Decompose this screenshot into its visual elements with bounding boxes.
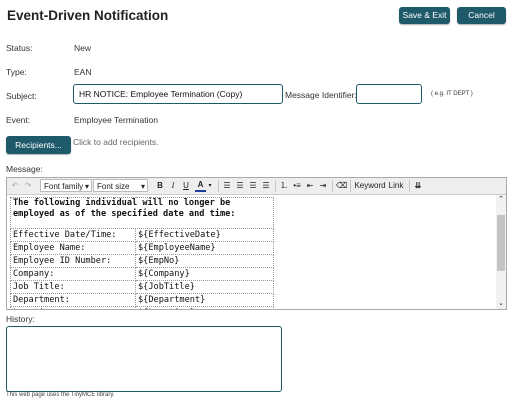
- align-left-icon[interactable]: ☰: [222, 180, 232, 192]
- field-name-cell: Job Title:: [10, 280, 136, 294]
- double-chevron-down-icon[interactable]: ⇊: [413, 180, 423, 192]
- message-identifier-input[interactable]: [356, 84, 422, 104]
- subject-input[interactable]: HR NOTICE: Employee Termination (Copy): [73, 84, 283, 104]
- italic-button[interactable]: I: [168, 180, 178, 192]
- placeholder-cell: ${Department}: [135, 293, 274, 307]
- undo-icon[interactable]: ↶: [10, 180, 20, 192]
- text-color-button[interactable]: A: [195, 180, 206, 192]
- chevron-down-icon: ▾: [84, 182, 89, 191]
- field-name-cell: Department:: [10, 293, 136, 307]
- redo-icon[interactable]: ↷: [23, 180, 33, 192]
- align-center-icon[interactable]: ☰: [235, 180, 245, 192]
- underline-button[interactable]: U: [181, 180, 191, 192]
- align-justify-icon[interactable]: ☰: [261, 180, 271, 192]
- scroll-down-icon[interactable]: ⌄: [497, 299, 505, 309]
- align-right-icon[interactable]: ☰: [248, 180, 258, 192]
- keyword-button[interactable]: Keyword: [354, 180, 386, 192]
- link-button[interactable]: Link: [387, 180, 405, 192]
- eraser-icon[interactable]: ⌫: [336, 180, 347, 192]
- event-value: Employee Termination: [74, 115, 158, 125]
- table-row: Job Title: ${JobTitle}: [10, 280, 274, 294]
- scrollbar-thumb[interactable]: [497, 215, 505, 271]
- font-size-value: Font size: [97, 182, 130, 191]
- placeholder-cell: ${EmployeeName}: [135, 241, 274, 255]
- subject-label: Subject:: [6, 91, 37, 101]
- message-label: Message:: [6, 164, 43, 174]
- table-row: Effective Date/Time: ${EffectiveDate}: [10, 228, 274, 242]
- editor-content[interactable]: The following individual will no longer …: [7, 195, 497, 309]
- placeholder-cell: ${EffectiveDate}: [135, 228, 274, 242]
- bold-button[interactable]: B: [155, 180, 165, 192]
- table-row: Department: ${Department}: [10, 293, 274, 307]
- chevron-down-icon: ▾: [140, 182, 145, 191]
- recipients-hint: Click to add recipients.: [73, 137, 159, 147]
- table-row: Employee ID Number: ${EmpNo}: [10, 254, 274, 268]
- placeholder-cell: ${Location}: [135, 306, 274, 309]
- placeholder-cell: ${Company}: [135, 267, 274, 281]
- placeholder-cell: ${JobTitle}: [135, 280, 274, 294]
- message-table: The following individual will no longer …: [10, 197, 274, 309]
- status-value: New: [74, 43, 92, 53]
- event-label: Event:: [6, 115, 31, 125]
- footer-note: This web page uses the TinyMCE library.: [6, 392, 115, 398]
- numbered-list-icon[interactable]: ⒈: [279, 180, 289, 192]
- table-row: Company: ${Company}: [10, 267, 274, 281]
- history-textarea[interactable]: [6, 326, 282, 392]
- editor-toolbar: ↶ ↷ Font family ▾ Font size ▾ B I U A ▾ ☰ …: [7, 178, 506, 195]
- placeholder-cell: ${EmpNo}: [135, 254, 274, 268]
- page-title: Event-Driven Notification: [7, 8, 169, 23]
- message-editor: ↶ ↷ Font family ▾ Font size ▾ B I U A ▾ ☰ …: [6, 177, 507, 310]
- field-name-cell: Employee ID Number:: [10, 254, 136, 268]
- font-family-value: Font family: [44, 182, 84, 191]
- status-label: Status:: [6, 43, 33, 53]
- save-and-exit-button[interactable]: Save & Exit: [399, 7, 450, 24]
- editor-scrollbar[interactable]: ⌃ ⌄: [496, 195, 506, 309]
- message-identifier-hint: ( e.g. IT DEPT ): [431, 91, 473, 97]
- message-identifier-label: Message Identifier:: [285, 90, 357, 100]
- font-family-select[interactable]: Font family ▾: [40, 179, 92, 192]
- field-name-cell: Effective Date/Time:: [10, 228, 136, 242]
- cancel-button[interactable]: Cancel: [457, 7, 506, 24]
- indent-icon[interactable]: ⇥: [318, 180, 328, 192]
- type-label: Type:: [6, 67, 27, 77]
- recipients-button[interactable]: Recipients...: [6, 136, 71, 154]
- history-label: History:: [6, 314, 35, 324]
- table-row: Location:${Location}: [10, 306, 274, 309]
- message-heading: The following individual will no longer …: [10, 197, 274, 229]
- type-value: EAN: [74, 67, 92, 77]
- bullet-list-icon[interactable]: •≡: [292, 180, 302, 192]
- field-name-cell: Company:: [10, 267, 136, 281]
- font-size-select[interactable]: Font size ▾: [93, 179, 148, 192]
- field-name-cell: Employee Name:: [10, 241, 136, 255]
- scroll-up-icon[interactable]: ⌃: [497, 195, 505, 205]
- field-name-cell: Location:: [10, 306, 136, 309]
- chevron-down-icon[interactable]: ▾: [207, 180, 213, 192]
- table-row: Employee Name: ${EmployeeName}: [10, 241, 274, 255]
- outdent-icon[interactable]: ⇤: [305, 180, 315, 192]
